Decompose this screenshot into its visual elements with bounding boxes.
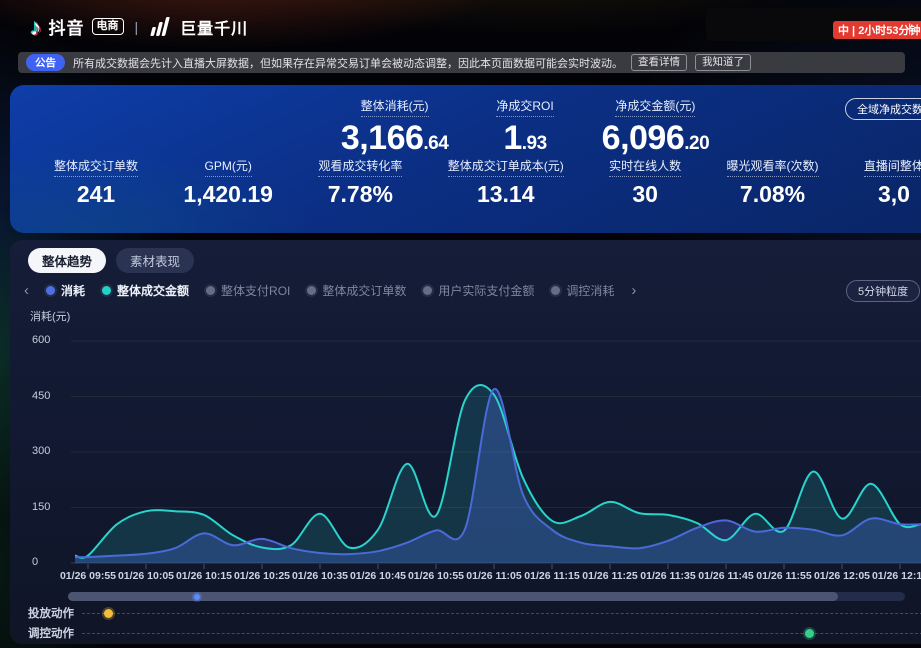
legend-label: 整体支付ROI [221, 282, 290, 299]
legend-label: 整体成交订单数 [322, 282, 406, 299]
brand-logos: ♪ 抖音 电商 | 巨量千川 [30, 14, 248, 39]
action-timeline [82, 633, 921, 634]
legend-row: ‹ 消耗 整体成交金额 整体支付ROI 整体成交订单数 用户实际支付金额 调控消… [24, 282, 636, 299]
chart-scrollbar[interactable] [68, 592, 905, 601]
legend-dot-icon [46, 286, 55, 295]
legend-label: 消耗 [61, 282, 85, 299]
metric-value: 241 [54, 181, 138, 208]
announcement-badge: 公告 [26, 54, 65, 71]
action-timeline [82, 613, 921, 614]
legend-label: 整体成交金额 [117, 282, 189, 299]
scrollbar-window[interactable] [68, 592, 838, 601]
metric-value: 30 [609, 181, 681, 208]
metric-label[interactable]: GPM(元) [205, 157, 252, 177]
y-axis-tick: 450 [32, 390, 62, 402]
acknowledge-button[interactable]: 我知道了 [695, 54, 751, 71]
action-row: 调控动作 [28, 626, 921, 640]
metric-label[interactable]: 观看成交转化率 [318, 157, 402, 177]
legend-dot-icon [102, 286, 111, 295]
y-axis-tick: 150 [32, 501, 62, 513]
douyin-note-icon: ♪ [30, 16, 42, 38]
metric-value: 7.78% [318, 181, 402, 208]
metric-label[interactable]: 净成交金额(元) [615, 97, 695, 117]
legend-dot-icon [423, 286, 432, 295]
metric-value: 3,0 [864, 181, 921, 208]
secondary-metric: 曝光观看率(次数) 7.08% [727, 157, 819, 208]
metric-label[interactable]: 曝光观看率(次数) [727, 157, 819, 177]
metric-value: 13.14 [448, 181, 564, 208]
action-marker-dot[interactable] [104, 609, 113, 618]
legend-item[interactable]: 消耗 [46, 282, 85, 299]
primary-metrics: 整体消耗(元) 3,166.64 净成交ROI 1.93 净成交金额(元) 6,… [55, 97, 921, 162]
metric-value: 6,096.20 [602, 120, 710, 162]
primary-metric: 整体消耗(元) 3,166.64 [341, 97, 449, 162]
metrics-panel: 全域净成交数据 ∨ 整体消耗(元) 3,166.64 净成交ROI 1.93 净… [10, 85, 921, 233]
legend-item[interactable]: 用户实际支付金额 [423, 282, 534, 299]
trend-tabs: 整体趋势素材表现 [28, 248, 194, 273]
y-axis-tick: 600 [32, 334, 62, 346]
trend-card: 整体趋势素材表现 ‹ 消耗 整体成交金额 整体支付ROI 整体成交订单数 用户实… [10, 240, 921, 644]
scope-selector-label: 全域净成交数据 [857, 101, 921, 117]
legend-dot-icon [551, 286, 560, 295]
page-root: ♪ 抖音 电商 | 巨量千川 中 | 2小时53分钟 | 公告 所有成交数据会先… [0, 0, 921, 648]
metric-label[interactable]: 直播间整体 [864, 157, 921, 177]
legend-item[interactable]: 调控消耗 [551, 282, 614, 299]
legend-items: 消耗 整体成交金额 整体支付ROI 整体成交订单数 用户实际支付金额 调控消耗 [46, 282, 614, 299]
view-details-button[interactable]: 查看详情 [631, 54, 687, 71]
ecommerce-badge: 电商 [92, 18, 124, 35]
area-消耗 [75, 389, 921, 563]
action-row: 投放动作 [28, 606, 921, 620]
metric-label[interactable]: 实时在线人数 [609, 157, 681, 177]
y-axis-tick: 0 [32, 556, 62, 568]
legend-item[interactable]: 整体成交金额 [102, 282, 189, 299]
metric-label[interactable]: 整体成交订单成本(元) [448, 157, 564, 177]
legend-item[interactable]: 整体成交订单数 [307, 282, 406, 299]
metric-value: 1,420.19 [183, 181, 273, 208]
legend-label: 用户实际支付金额 [438, 282, 534, 299]
primary-metric: 净成交金额(元) 6,096.20 [602, 97, 710, 162]
metric-value: 1.93 [496, 120, 553, 162]
announcement-bar: 公告 所有成交数据会先计入直播大屏数据，但如果存在异常交易订单会被动态调整，因此… [18, 52, 905, 73]
legend-dot-icon [307, 286, 316, 295]
legend-next-icon[interactable]: › [631, 284, 636, 298]
qianchuan-bars-icon [149, 17, 173, 36]
metric-value: 3,166.64 [341, 120, 449, 162]
brand-divider: | [135, 19, 139, 35]
action-row-label: 投放动作 [28, 605, 82, 621]
tab-active[interactable]: 整体趋势 [28, 248, 106, 273]
header-divider: | [908, 21, 911, 35]
douyin-logo-text: 抖音 [49, 14, 85, 39]
secondary-metric: 直播间整体 3,0 [864, 157, 921, 208]
secondary-metric: 观看成交转化率 7.78% [318, 157, 402, 208]
secondary-metric: 整体成交订单数 241 [54, 157, 138, 208]
tab-inactive[interactable]: 素材表现 [116, 248, 194, 273]
legend-label: 调控消耗 [566, 282, 614, 299]
secondary-metric: 整体成交订单成本(元) 13.14 [448, 157, 564, 208]
secondary-metric: GPM(元) 1,420.19 [183, 157, 273, 208]
legend-item[interactable]: 整体支付ROI [206, 282, 290, 299]
granularity-selector[interactable]: 5分钟粒度 [846, 280, 920, 302]
qianchuan-logo-text: 巨量千川 [180, 15, 248, 39]
scope-selector[interactable]: 全域净成交数据 ∨ [845, 98, 921, 120]
legend-dot-icon [206, 286, 215, 295]
scrollbar-handle[interactable] [194, 594, 200, 600]
action-marker-dot[interactable] [805, 629, 814, 638]
y-axis-title: 消耗(元) [30, 308, 70, 324]
y-axis-tick: 300 [32, 445, 62, 457]
secondary-metric: 实时在线人数 30 [609, 157, 681, 208]
metric-value: 7.08% [727, 181, 819, 208]
metric-label[interactable]: 净成交ROI [496, 97, 553, 117]
action-row-label: 调控动作 [28, 625, 82, 641]
metric-label[interactable]: 整体消耗(元) [361, 97, 429, 117]
metric-label[interactable]: 整体成交订单数 [54, 157, 138, 177]
legend-prev-icon[interactable]: ‹ [24, 284, 29, 298]
secondary-metrics: 整体成交订单数 241 GPM(元) 1,420.19 观看成交转化率 7.78… [10, 157, 921, 208]
trend-chart[interactable] [65, 335, 921, 575]
top-header: ♪ 抖音 电商 | 巨量千川 中 | 2小时53分钟 | [0, 0, 921, 48]
x-axis-tick: 01/26 12:15 [860, 570, 921, 582]
primary-metric: 净成交ROI 1.93 [496, 97, 553, 162]
announcement-text: 所有成交数据会先计入直播大屏数据，但如果存在异常交易订单会被动态调整，因此本页面… [73, 55, 623, 71]
